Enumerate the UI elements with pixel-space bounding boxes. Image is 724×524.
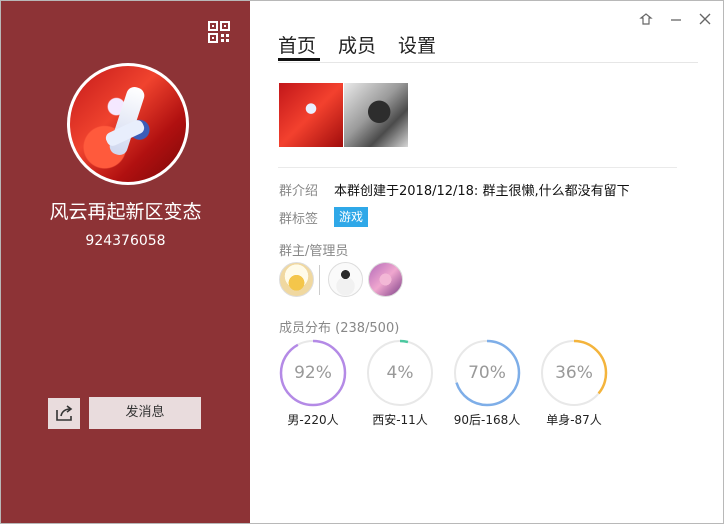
stat-label: 西安-11人 <box>372 413 428 427</box>
stat-label: 90后-168人 <box>453 413 521 427</box>
album-photo[interactable] <box>344 83 408 147</box>
admins-label: 群主/管理员 <box>279 244 349 259</box>
owner-avatar[interactable] <box>279 262 314 297</box>
stat-label: 单身-87人 <box>546 413 602 427</box>
intro-value: 本群创建于2018/12/18: 群主很懒,什么都没有留下 <box>334 184 630 199</box>
stat-label: 男-220人 <box>287 413 339 427</box>
album-photo[interactable] <box>279 83 343 147</box>
admin-avatar[interactable] <box>328 262 363 297</box>
qr-code-icon[interactable] <box>208 21 230 43</box>
group-profile-window: 风云再起新区变态 924376058 发消息 首页 成员 设置 群介绍 本群创建… <box>0 0 724 524</box>
member-stat: 36% 单身-87人 <box>540 339 608 427</box>
admin-avatar[interactable] <box>368 262 403 297</box>
tab-members[interactable]: 成员 <box>338 31 376 58</box>
active-tab-indicator <box>278 58 320 61</box>
send-message-button[interactable]: 发消息 <box>89 397 201 429</box>
member-stat: 4% 西安-11人 <box>366 339 434 427</box>
share-button[interactable] <box>48 398 80 429</box>
admin-divider <box>319 265 320 295</box>
minimize-icon[interactable] <box>669 12 683 26</box>
stat-percent: 92% <box>294 363 332 383</box>
group-tag[interactable]: 游戏 <box>334 207 369 227</box>
member-stat: 70% 90后-168人 <box>453 339 521 427</box>
tab-settings[interactable]: 设置 <box>398 31 436 58</box>
intro-label: 群介绍 <box>279 184 319 199</box>
skin-icon[interactable] <box>639 12 653 26</box>
member-stat: 92% 男-220人 <box>279 339 347 427</box>
members-label: 成员分布 (238/500) <box>279 321 400 336</box>
stat-percent: 36% <box>555 363 593 383</box>
section-divider <box>278 167 677 168</box>
close-icon[interactable] <box>698 12 712 26</box>
share-icon <box>56 405 73 421</box>
tag-label: 群标签 <box>279 212 319 227</box>
group-sidebar: 风云再起新区变态 924376058 发消息 <box>1 1 250 523</box>
group-name: 风云再起新区变态 <box>49 201 202 223</box>
group-id: 924376058 <box>85 233 166 249</box>
stat-percent: 70% <box>468 363 506 383</box>
group-avatar[interactable] <box>67 63 189 185</box>
tabs-divider <box>278 62 698 63</box>
tab-home[interactable]: 首页 <box>278 31 316 58</box>
stat-percent: 4% <box>386 363 414 383</box>
